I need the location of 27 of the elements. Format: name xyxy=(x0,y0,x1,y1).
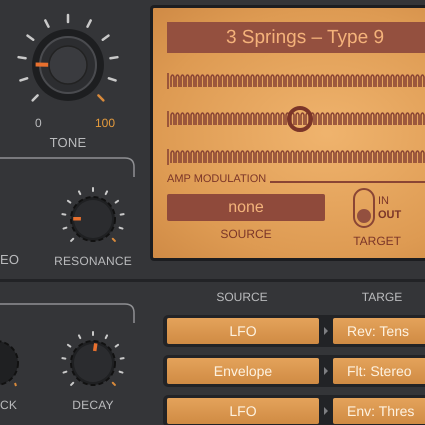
arrow-icon xyxy=(324,407,328,415)
scale-max-label: 100 xyxy=(94,116,115,130)
source-label: SOURCE xyxy=(220,227,272,241)
target-label: TARGET xyxy=(353,234,401,248)
column-header: TARGE xyxy=(360,290,404,306)
knob-label: EO xyxy=(0,252,20,267)
target-selector[interactable]: Rev: Tens xyxy=(333,318,425,344)
knob-label: CK xyxy=(0,398,18,412)
target-selector[interactable]: Flt: Stereo xyxy=(333,358,425,384)
target-selector[interactable]: Env: Thres xyxy=(333,398,425,424)
section-title: AMP MODULATION xyxy=(167,173,266,185)
knob-label: DECAY xyxy=(72,398,114,412)
knob-label: TONE xyxy=(50,135,86,150)
arrow-icon xyxy=(324,367,328,375)
switch-label: IN xyxy=(378,194,390,208)
arrow-icon xyxy=(324,327,328,335)
source-selector[interactable]: Envelope xyxy=(167,358,319,384)
preset-name[interactable]: 3 Springs – Type 9 xyxy=(167,22,425,53)
scale-min-label: 0 xyxy=(35,116,42,130)
source-selector[interactable]: LFO xyxy=(167,318,319,344)
ring-marker[interactable] xyxy=(287,106,313,132)
switch-label: OUT xyxy=(378,208,402,222)
knob-label: RESONANCE xyxy=(54,254,132,268)
source-selector[interactable]: none xyxy=(167,194,325,221)
toggle-switch[interactable] xyxy=(353,188,375,228)
column-header: SOURCE xyxy=(215,290,269,306)
source-selector[interactable]: LFO xyxy=(167,398,319,424)
